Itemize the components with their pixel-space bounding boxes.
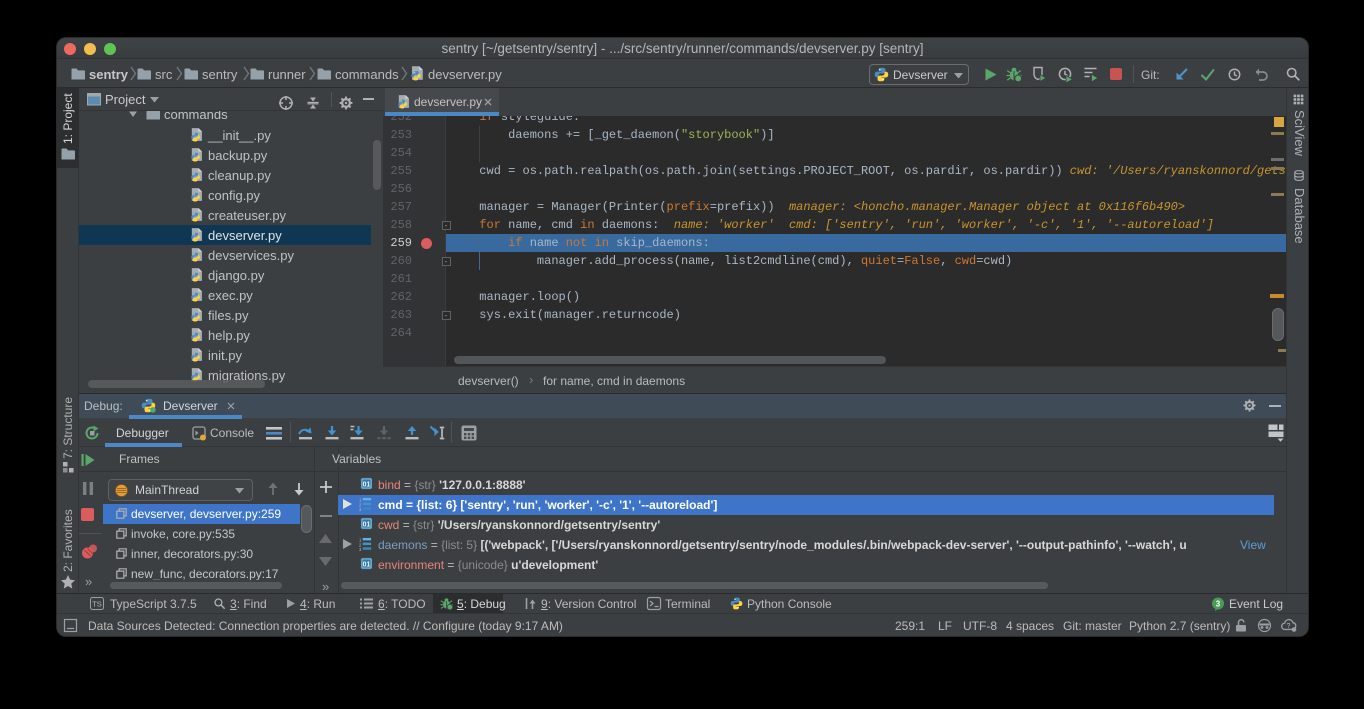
- svg-text:3: 3: [1216, 600, 1221, 609]
- svg-text:TS: TS: [92, 600, 102, 609]
- svg-text:?: ?: [1287, 623, 1291, 630]
